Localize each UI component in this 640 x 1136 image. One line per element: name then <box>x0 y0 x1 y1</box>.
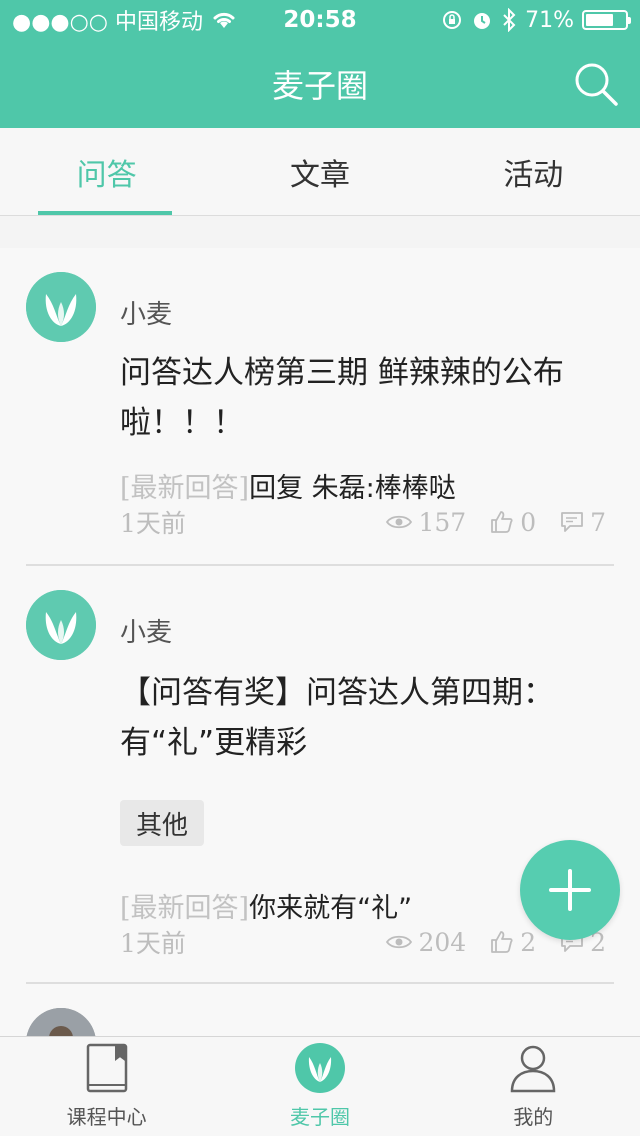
app-header: ●●●○○ 中国移动 20:58 71% 麦子圈 <box>0 0 640 128</box>
tabbar-label: 课程中心 <box>66 1105 147 1129</box>
bluetooth-icon <box>503 8 516 32</box>
views-stat: 157 <box>386 508 466 537</box>
wheat-leaf-icon <box>294 1043 345 1093</box>
battery-level-fill <box>586 14 613 26</box>
category-tag[interactable]: 其他 <box>120 800 205 846</box>
author-avatar[interactable] <box>26 590 96 660</box>
tabbar-item-courses[interactable]: 课程中心 <box>0 1037 213 1136</box>
author-avatar[interactable] <box>26 1008 96 1036</box>
user-icon <box>511 1045 556 1093</box>
like-button[interactable]: 2 <box>490 928 536 957</box>
page-title: 麦子圈 <box>271 67 368 105</box>
bottom-tab-bar: 课程中心 麦子圈 我的 <box>0 1036 640 1136</box>
tab-articles[interactable]: 文章 <box>213 128 426 215</box>
category-tabs: 问答 文章 活动 <box>0 128 640 216</box>
post-meta: 1天前 204 2 2 <box>120 926 606 959</box>
alarm-icon <box>474 13 491 29</box>
search-icon[interactable] <box>572 60 620 108</box>
create-post-button[interactable] <box>520 840 620 940</box>
comment-icon <box>561 512 583 532</box>
comment-button[interactable]: 7 <box>560 508 606 537</box>
wifi-icon <box>213 12 235 28</box>
post-card[interactable]: 小麦 问答达人榜第三期 鲜辣辣的公布啦！！！ [最新回答]回复 朱磊:棒棒哒 1… <box>26 248 614 566</box>
tab-qa[interactable]: 问答 <box>0 128 213 215</box>
author-name[interactable]: 小麦 <box>120 612 172 649</box>
latest-answer-prefix: [最新回答] <box>120 893 250 924</box>
post-title[interactable]: 问答达人榜第三期 鲜辣辣的公布啦！！！ <box>120 348 620 448</box>
latest-answer[interactable]: [最新回答]回复 朱磊:棒棒哒 <box>120 466 456 505</box>
rotation-lock-icon <box>443 11 462 29</box>
tabbar-label: 麦子圈 <box>289 1105 350 1129</box>
post-time: 1天前 <box>120 929 186 958</box>
like-button[interactable]: 0 <box>490 508 536 537</box>
thumbs-up-icon <box>491 931 513 953</box>
tabbar-item-maiziquan[interactable]: 麦子圈 <box>213 1037 426 1136</box>
nav-bar: 麦子圈 <box>0 40 640 128</box>
thumbs-up-icon <box>491 511 513 533</box>
author-avatar[interactable] <box>26 272 96 342</box>
author-name[interactable]: 小麦 <box>120 294 172 331</box>
likes-count: 2 <box>520 927 537 957</box>
user-photo-icon <box>26 1008 96 1036</box>
battery-icon <box>582 10 631 30</box>
battery-percent: 71% <box>525 7 574 33</box>
carrier-label: ●●●○○ 中国移动 <box>12 10 203 35</box>
tabbar-item-profile[interactable]: 我的 <box>427 1037 640 1136</box>
wheat-leaf-logo-icon <box>26 272 96 342</box>
eye-icon <box>386 935 413 949</box>
post-card[interactable] <box>26 984 614 1036</box>
latest-answer-text: 你来就有“礼” <box>249 893 413 924</box>
post-card[interactable]: 小麦 【问答有奖】问答达人第四期： 有“礼”更精彩 其他 [最新回答]你来就有“… <box>26 566 614 984</box>
wheat-leaf-logo-icon <box>26 590 96 660</box>
views-count: 204 <box>418 927 467 957</box>
eye-icon <box>386 515 413 529</box>
post-title[interactable]: 【问答有奖】问答达人第四期： 有“礼”更精彩 <box>120 668 620 768</box>
plus-icon <box>549 869 591 911</box>
likes-count: 0 <box>520 507 537 537</box>
views-stat: 204 <box>386 928 466 957</box>
tabbar-label: 我的 <box>513 1105 554 1129</box>
book-icon <box>86 1043 127 1093</box>
post-meta: 1天前 157 0 7 <box>120 506 606 539</box>
post-time: 1天前 <box>120 509 186 538</box>
comments-count: 7 <box>590 507 606 537</box>
latest-answer[interactable]: [最新回答]你来就有“礼” <box>120 886 412 925</box>
latest-answer-text: 回复 朱磊:棒棒哒 <box>249 473 456 504</box>
latest-answer-prefix: [最新回答] <box>120 473 250 504</box>
tab-activities[interactable]: 活动 <box>427 128 640 215</box>
views-count: 157 <box>418 507 467 537</box>
status-bar: ●●●○○ 中国移动 20:58 71% <box>0 0 640 40</box>
